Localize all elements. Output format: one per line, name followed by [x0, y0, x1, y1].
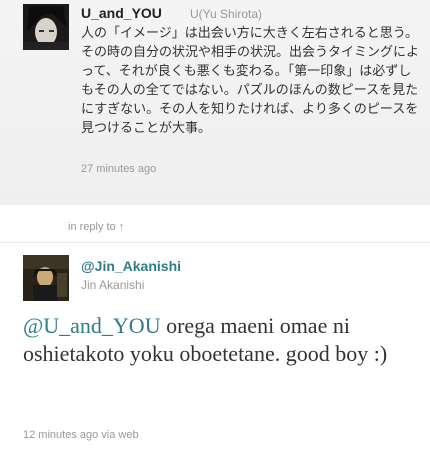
mention-link[interactable]: @U_and_YOU: [23, 313, 161, 338]
full-name: U(Yu Shirota): [190, 7, 263, 21]
tweet-timestamp-link[interactable]: 27 minutes ago: [81, 163, 156, 175]
avatar-image-icon: [23, 4, 69, 50]
reply-meta: 12 minutes ago via web: [23, 429, 139, 441]
avatar-image-icon: [23, 255, 69, 301]
screen-name-link[interactable]: U_and_YOU: [81, 5, 162, 21]
divider: [0, 242, 430, 243]
tweet-text: 人の「イメージ」は出会い方に大きく左右されると思う。その時の自分の状況や相手の状…: [81, 26, 420, 136]
reply-timestamp-link[interactable]: 12 minutes ago: [23, 429, 98, 441]
avatar[interactable]: [23, 255, 69, 301]
via-label: via: [101, 429, 116, 441]
reply-full-name: Jin Akanishi: [81, 278, 145, 292]
reply-tweet-text: @U_and_YOU orega maeni omae ni oshietako…: [23, 312, 423, 368]
reply-screen-name-link[interactable]: @Jin_Akanishi: [81, 258, 181, 274]
avatar[interactable]: [23, 4, 69, 50]
via-source-link[interactable]: web: [118, 429, 138, 441]
in-reply-to-link[interactable]: in reply to ↑: [68, 221, 124, 233]
up-arrow-icon: ↑: [118, 221, 125, 233]
in-reply-to-label: in reply to: [68, 221, 116, 233]
